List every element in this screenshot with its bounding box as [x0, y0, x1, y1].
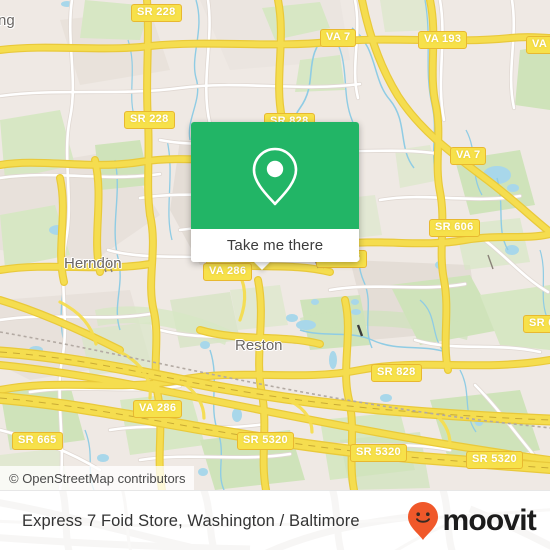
road-shield: VA 7 [450, 147, 487, 165]
popup-icon-area [191, 122, 359, 229]
road-shield: SR 5320 [237, 432, 294, 450]
moovit-smiley-pin-icon [408, 502, 439, 540]
take-me-there-button[interactable]: Take me there [191, 229, 359, 262]
map-pin-icon [252, 147, 298, 205]
map-canvas[interactable]: .grn{fill:#d7e7c4;} .grn2{fill:#cfe3ba;}… [0, 0, 550, 490]
map-screenshot: .grn{fill:#d7e7c4;} .grn2{fill:#cfe3ba;}… [0, 0, 550, 550]
road-shield: SR 6 [523, 315, 550, 333]
road-shield: SR 5320 [350, 444, 407, 462]
attribution-text: © OpenStreetMap contributors [9, 470, 186, 486]
road-shield: SR 5320 [466, 451, 523, 469]
place-label-sterling: ng [0, 12, 15, 29]
moovit-logo: moovit [406, 501, 537, 541]
road-shield: SR 828 [371, 364, 422, 382]
map-attribution: © OpenStreetMap contributors [0, 466, 194, 490]
road-shield: VA 193 [418, 31, 468, 49]
road-shield: VA 286 [203, 263, 253, 281]
road-shield: VA 7 [526, 36, 550, 54]
popup-pointer [253, 261, 271, 270]
location-popup-card[interactable]: Take me there [191, 122, 359, 262]
place-label-reston: Reston [235, 337, 283, 354]
footer-bar: Express 7 Foid Store, Washington / Balti… [0, 490, 550, 550]
road-shield: VA 7 [320, 29, 357, 47]
road-shield: SR 606 [429, 219, 480, 237]
road-shield: VA 286 [133, 400, 183, 418]
road-shield: SR 228 [124, 111, 175, 129]
place-label-herndon: Herndon [64, 255, 122, 272]
page-title: Express 7 Foid Store, Washington / Balti… [22, 511, 360, 530]
road-shield: SR 228 [131, 4, 182, 22]
road-shield: SR 665 [12, 432, 63, 450]
brand-name: moovit [442, 504, 536, 537]
